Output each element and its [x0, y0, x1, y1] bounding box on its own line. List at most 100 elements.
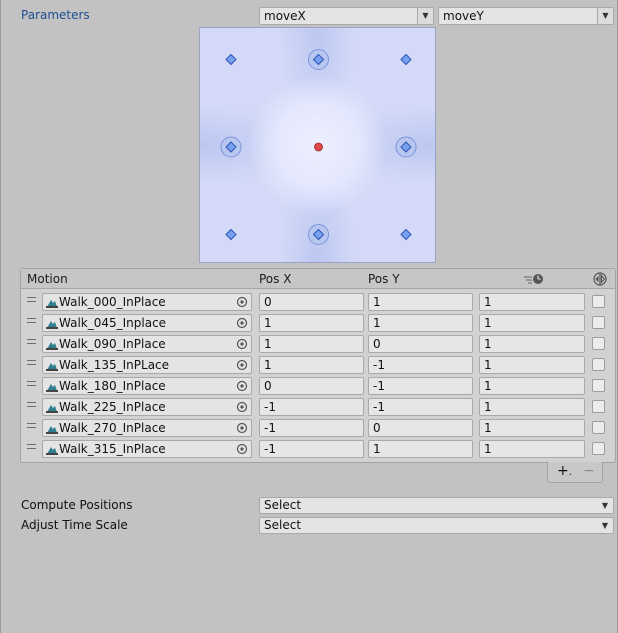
time-scale-field[interactable]: 1	[479, 398, 585, 416]
parameters-label: Parameters	[21, 8, 90, 22]
motion-table: Motion Pos X Pos Y Walk_000_InPlace 0 1 …	[20, 268, 616, 463]
animation-clip-icon	[46, 297, 58, 311]
drag-handle-icon[interactable]	[27, 297, 36, 302]
mirror-checkbox[interactable]	[592, 358, 605, 371]
add-motion-button[interactable]: +.	[557, 464, 572, 480]
time-scale-field[interactable]: 1	[479, 377, 585, 395]
motion-point[interactable]	[395, 136, 417, 158]
motion-point[interactable]	[400, 53, 412, 66]
pos-y-field[interactable]: -1	[368, 398, 473, 416]
animation-clip-icon	[46, 318, 58, 332]
mirror-checkbox[interactable]	[592, 379, 605, 392]
pos-x-field[interactable]: 1	[259, 356, 364, 374]
pos-y-field[interactable]: 0	[368, 335, 473, 353]
drag-handle-icon[interactable]	[27, 360, 36, 365]
motion-clip-name: Walk_135_InPLace	[59, 358, 170, 372]
motion-clip-field[interactable]: Walk_315_InPlace	[42, 440, 252, 458]
pos-y-field[interactable]: 1	[368, 314, 473, 332]
pos-y-field[interactable]: 1	[368, 293, 473, 311]
pos-y-field[interactable]: -1	[368, 356, 473, 374]
remove-motion-button[interactable]: −	[583, 464, 595, 478]
param-x-dropdown[interactable]: moveX ▼	[259, 7, 434, 25]
drag-handle-icon[interactable]	[27, 402, 36, 407]
motion-clip-name: Walk_090_InPlace	[59, 337, 166, 351]
blend-space-plot	[220, 49, 417, 245]
pos-x-field[interactable]: -1	[259, 419, 364, 437]
animation-clip-icon	[46, 402, 58, 416]
pos-y-field[interactable]: 1	[368, 440, 473, 458]
time-scale-field[interactable]: 1	[479, 440, 585, 458]
time-scale-field[interactable]: 1	[479, 356, 585, 374]
drag-handle-icon[interactable]	[27, 339, 36, 344]
object-picker-icon[interactable]	[236, 338, 248, 353]
inspector-panel: Parameters moveX ▼ moveY ▼ Motion Pos X …	[0, 0, 618, 633]
table-row: Walk_315_InPlace -1 1 1	[21, 438, 615, 459]
compute-positions-value: Select	[264, 498, 302, 512]
object-picker-icon[interactable]	[236, 359, 248, 374]
param-y-dropdown[interactable]: moveY ▼	[438, 7, 614, 25]
drag-handle-icon[interactable]	[27, 423, 36, 428]
time-scale-field[interactable]: 1	[479, 335, 585, 353]
motion-clip-name: Walk_270_InPlace	[59, 421, 166, 435]
motion-point[interactable]	[400, 228, 412, 241]
motion-clip-field[interactable]: Walk_225_InPlace	[42, 398, 252, 416]
time-scale-field[interactable]: 1	[479, 314, 585, 332]
pos-x-field[interactable]: -1	[259, 440, 364, 458]
time-scale-field[interactable]: 1	[479, 419, 585, 437]
drag-handle-icon[interactable]	[27, 318, 36, 323]
pos-x-field[interactable]: 1	[259, 335, 364, 353]
animation-clip-icon	[46, 339, 58, 353]
table-row: Walk_090_InPlace 1 0 1	[21, 333, 615, 354]
mirror-checkbox[interactable]	[592, 442, 605, 455]
motion-clip-field[interactable]: Walk_090_InPlace	[42, 335, 252, 353]
table-header: Motion Pos X Pos Y	[21, 269, 615, 289]
animation-clip-icon	[46, 381, 58, 395]
motion-point[interactable]	[220, 136, 242, 158]
param-y-value: moveY	[443, 9, 484, 23]
object-picker-icon[interactable]	[236, 401, 248, 416]
motion-point[interactable]	[225, 53, 237, 66]
blend-space-area[interactable]	[199, 27, 436, 263]
table-row: Walk_045_Inplace 1 1 1	[21, 312, 615, 333]
time-scale-field[interactable]: 1	[479, 293, 585, 311]
object-picker-icon[interactable]	[236, 296, 248, 311]
object-picker-icon[interactable]	[236, 422, 248, 437]
object-picker-icon[interactable]	[236, 380, 248, 395]
mirror-checkbox[interactable]	[592, 400, 605, 413]
adjust-time-scale-dropdown[interactable]: Select ▼	[259, 517, 614, 534]
object-picker-icon[interactable]	[236, 443, 248, 458]
current-blend-position[interactable]	[314, 142, 323, 152]
table-row: Walk_000_InPlace 0 1 1	[21, 291, 615, 312]
motion-clip-name: Walk_315_InPlace	[59, 442, 166, 456]
header-pos-x: Pos X	[259, 272, 292, 286]
drag-handle-icon[interactable]	[27, 444, 36, 449]
compute-positions-dropdown[interactable]: Select ▼	[259, 497, 614, 514]
mirror-checkbox[interactable]	[592, 337, 605, 350]
chevron-down-icon: ▼	[417, 8, 433, 24]
pos-y-field[interactable]: -1	[368, 377, 473, 395]
motion-point[interactable]	[308, 49, 329, 70]
motion-clip-field[interactable]: Walk_000_InPlace	[42, 293, 252, 311]
motion-point[interactable]	[225, 228, 237, 241]
pos-x-field[interactable]: 0	[259, 377, 364, 395]
object-picker-icon[interactable]	[236, 317, 248, 332]
mirror-checkbox[interactable]	[592, 421, 605, 434]
add-dropdown-indicator: .	[568, 467, 572, 478]
table-row: Walk_270_InPlace -1 0 1	[21, 417, 615, 438]
mirror-checkbox[interactable]	[592, 295, 605, 308]
drag-handle-icon[interactable]	[27, 381, 36, 386]
pos-x-field[interactable]: 0	[259, 293, 364, 311]
header-pos-y: Pos Y	[368, 272, 400, 286]
time-scale-icon	[523, 272, 545, 289]
mirror-checkbox[interactable]	[592, 316, 605, 329]
motion-clip-field[interactable]: Walk_270_InPlace	[42, 419, 252, 437]
motion-clip-field[interactable]: Walk_045_Inplace	[42, 314, 252, 332]
pos-x-field[interactable]: 1	[259, 314, 364, 332]
motion-clip-field[interactable]: Walk_180_InPlace	[42, 377, 252, 395]
pos-y-field[interactable]: 0	[368, 419, 473, 437]
motion-clip-field[interactable]: Walk_135_InPLace	[42, 356, 252, 374]
pos-x-field[interactable]: -1	[259, 398, 364, 416]
chevron-down-icon: ▼	[597, 8, 613, 24]
adjust-time-scale-value: Select	[264, 518, 302, 532]
motion-point[interactable]	[308, 224, 329, 245]
